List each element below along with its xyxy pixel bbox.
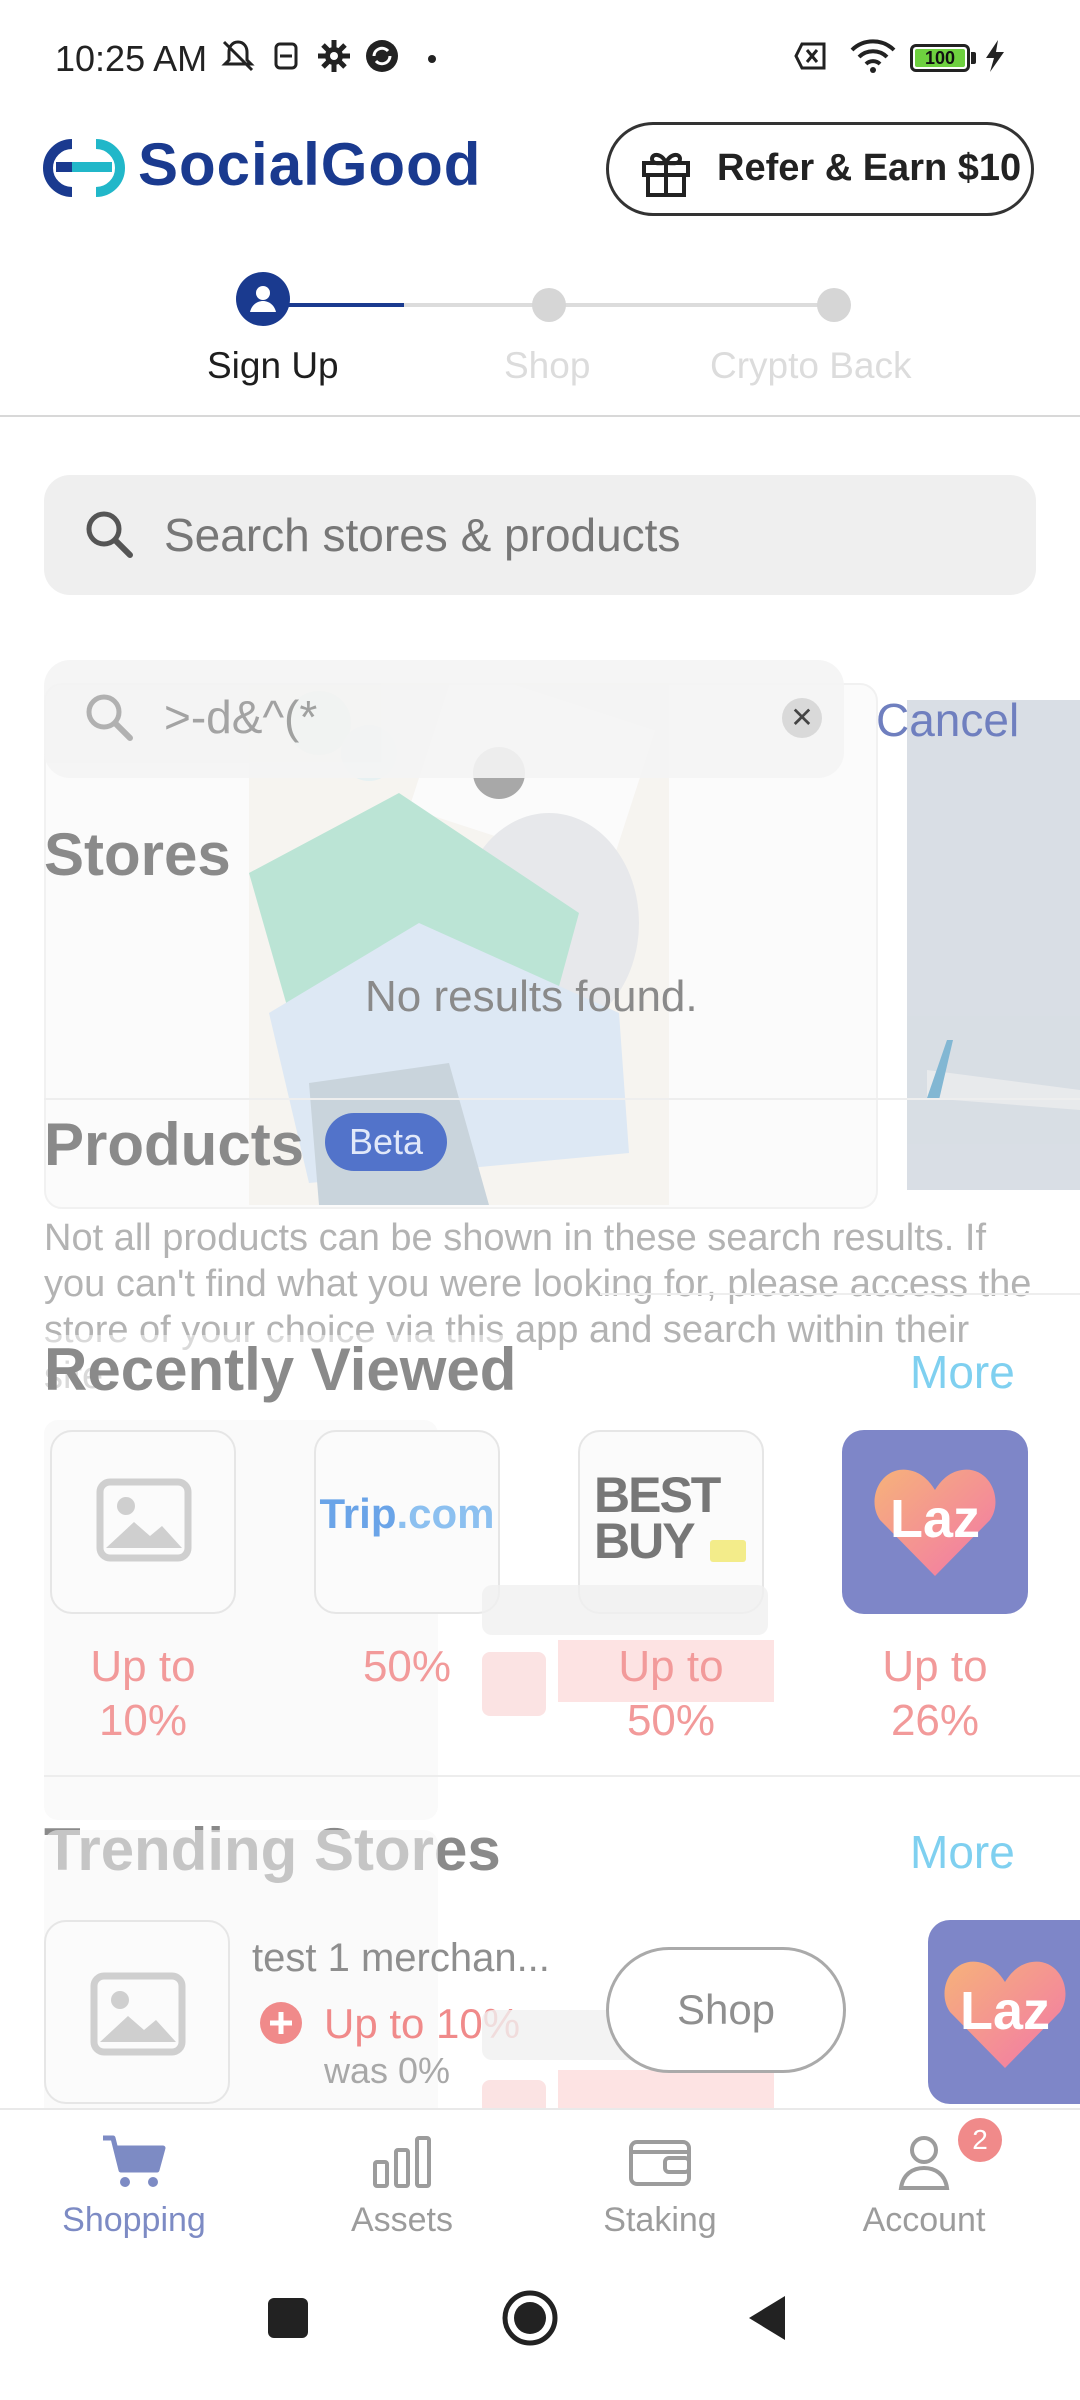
battery-tip bbox=[971, 52, 976, 64]
cancel-search-button[interactable]: Cancel bbox=[876, 693, 1019, 747]
battery-icon: 100 bbox=[910, 44, 970, 72]
brand-name: SocialGood bbox=[138, 131, 482, 198]
back-button[interactable] bbox=[745, 2292, 789, 2344]
trending-next-store-tile[interactable]: Laz bbox=[928, 1920, 1080, 2104]
shop-button[interactable]: Shop bbox=[606, 1947, 846, 2073]
products-divider bbox=[600, 1293, 1080, 1295]
sim-icon bbox=[274, 42, 298, 70]
wifi-icon bbox=[850, 39, 896, 73]
lazada-logo-text: Laz bbox=[889, 1489, 981, 1549]
refer-earn-button[interactable]: Refer & Earn $10 bbox=[606, 122, 1034, 216]
trending-store-logo[interactable] bbox=[44, 1920, 230, 2104]
skeleton-bar bbox=[482, 1585, 768, 1635]
recent-store-1-cashback: Up to 10% bbox=[90, 1642, 196, 1745]
image-placeholder-icon bbox=[90, 1972, 186, 2056]
charging-icon bbox=[986, 40, 1004, 72]
clear-search-icon[interactable]: ✕ bbox=[782, 698, 822, 738]
nav-staking[interactable]: Staking bbox=[560, 2132, 760, 2240]
products-section-title: Products bbox=[44, 1111, 305, 1178]
stepper-progress-track bbox=[404, 303, 836, 307]
plus-circle-icon bbox=[260, 2002, 302, 2044]
recent-divider bbox=[44, 1775, 1080, 1777]
bestbuy-logo: BEST BUY bbox=[594, 1467, 721, 1569]
step-signup-label: Sign Up bbox=[207, 345, 339, 386]
status-time: 10:25 AM bbox=[55, 38, 208, 79]
system-navigation-bar bbox=[0, 2258, 1080, 2400]
nav-staking-label: Staking bbox=[603, 2201, 717, 2239]
search-icon bbox=[86, 511, 133, 558]
promo-banner-next-image bbox=[907, 700, 1080, 1190]
stores-section-title: Stores bbox=[44, 821, 231, 888]
recent-store-4-cashback: Up to 26% bbox=[882, 1642, 988, 1745]
recent-store-tile-4[interactable]: Laz bbox=[842, 1430, 1028, 1614]
sync-icon bbox=[366, 40, 398, 72]
wallet-icon bbox=[629, 2140, 691, 2186]
no-results-text: No results found. bbox=[365, 972, 698, 1021]
header-divider bbox=[0, 415, 1080, 417]
lazada-logo-text-2: Laz bbox=[959, 1981, 1051, 2041]
image-placeholder-icon bbox=[96, 1478, 192, 1562]
bestbuy-tag-icon bbox=[710, 1540, 746, 1562]
dot-indicator bbox=[428, 55, 436, 63]
recent-store-tile-2[interactable]: Trip.com bbox=[314, 1430, 500, 1614]
bestbuy-logo-text-a: BEST bbox=[594, 1467, 721, 1523]
recents-button[interactable] bbox=[268, 2298, 308, 2338]
recently-viewed-title: Recently Viewed bbox=[44, 1335, 517, 1404]
trending-stores-more-link[interactable]: More bbox=[910, 1825, 1015, 1879]
trending-store-name: test 1 merchan... bbox=[252, 1936, 550, 1980]
airplane-wing-icon bbox=[927, 1040, 1080, 1110]
search-placeholder: Search stores & products bbox=[164, 509, 681, 561]
person-icon bbox=[898, 2136, 950, 2190]
trip-logo: Trip.com bbox=[316, 1490, 498, 1538]
gift-icon bbox=[642, 152, 690, 197]
recent-store-tile-1[interactable] bbox=[50, 1430, 236, 1614]
search-bar[interactable]: Search stores & products bbox=[44, 475, 1036, 595]
beta-badge: Beta bbox=[325, 1113, 447, 1171]
recently-viewed-more-link[interactable]: More bbox=[910, 1345, 1015, 1399]
mute-notification-icon bbox=[221, 40, 255, 72]
step-crypto-indicator bbox=[817, 288, 851, 322]
skeleton-plus-icon bbox=[482, 1652, 546, 1716]
nav-shopping[interactable]: Shopping bbox=[34, 2132, 234, 2240]
user-icon bbox=[250, 286, 276, 312]
cart-icon bbox=[103, 2135, 166, 2187]
account-notification-badge: 2 bbox=[958, 2118, 1002, 2162]
stores-divider bbox=[44, 1098, 1080, 1100]
overlay-search-icon bbox=[86, 694, 133, 741]
recent-store-3-cashback: Up to 50% bbox=[618, 1642, 724, 1745]
settings-icon bbox=[318, 40, 350, 72]
overlay-search-input[interactable]: >-d&^(* bbox=[44, 660, 844, 778]
nav-assets-label: Assets bbox=[350, 2201, 454, 2239]
nav-account-label: Account bbox=[862, 2201, 986, 2239]
refer-earn-label: Refer & Earn $10 bbox=[717, 147, 1022, 189]
nav-shopping-label: Shopping bbox=[62, 2201, 206, 2239]
step-shop-label: Shop bbox=[504, 345, 591, 386]
bestbuy-logo-text-b: BUY bbox=[594, 1513, 696, 1569]
bar-chart-icon bbox=[373, 2136, 431, 2188]
status-bar: 10:25 AM 100 bbox=[0, 0, 1080, 120]
home-button[interactable] bbox=[500, 2288, 560, 2348]
nav-assets[interactable]: Assets bbox=[302, 2132, 502, 2240]
step-crypto-label: Crypto Back bbox=[710, 345, 912, 386]
trip-logo-text-b: .com bbox=[396, 1490, 495, 1537]
overlay-search-query: >-d&^(* bbox=[164, 691, 318, 743]
step-signup-indicator bbox=[236, 272, 290, 326]
socialgood-logo-icon bbox=[43, 139, 125, 197]
sim-off-icon bbox=[794, 42, 826, 70]
trending-store-was: was 0% bbox=[324, 2050, 451, 2091]
step-shop-indicator bbox=[532, 288, 566, 322]
trip-logo-text-a: Trip bbox=[319, 1490, 397, 1537]
battery-level: 100 bbox=[915, 49, 965, 67]
